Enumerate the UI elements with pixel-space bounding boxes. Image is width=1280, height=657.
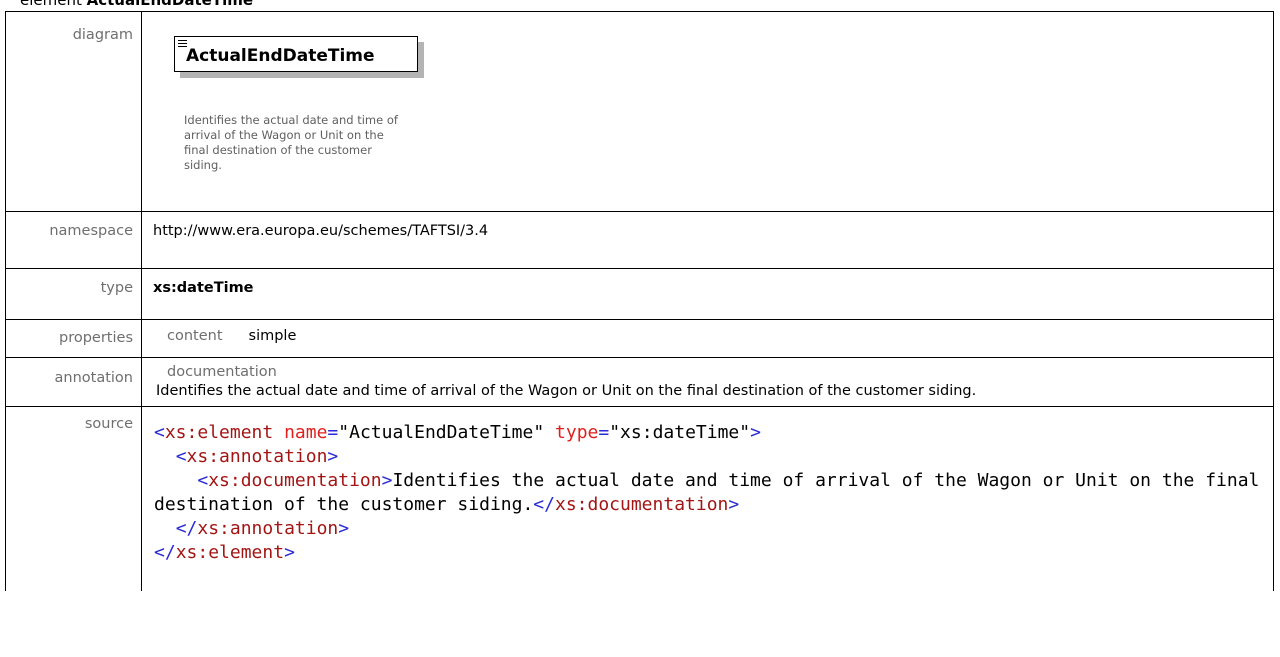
namespace-row: namespace http://www.era.europa.eu/schem… [5,211,1274,269]
type-row: type xs:dateTime [5,268,1274,320]
annotation-row: annotation documentation Identifies the … [5,357,1274,407]
properties-label: properties [5,319,142,358]
namespace-label: namespace [5,211,142,269]
element-box-documentation: Identifies the actual date and time of a… [184,113,398,172]
page-title: element ActualEndDateTime [20,0,253,9]
annotation-text: Identifies the actual date and time of a… [156,383,977,399]
element-doc-table: diagram ActualEndDateTime Identifies the… [5,11,1274,591]
source-code: <xs:element name="ActualEndDateTime" typ… [154,422,1271,563]
source-label: source [5,406,142,591]
type-value[interactable]: xs:dateTime [153,280,254,296]
page-title-kind: element [20,0,82,9]
element-box-name: ActualEndDateTime [186,46,375,66]
annotation-key: documentation [167,364,277,380]
properties-row: properties content simple [5,319,1274,358]
diagram-label: diagram [5,11,142,212]
element-box[interactable]: ActualEndDateTime [174,36,418,72]
type-label: type [5,268,142,320]
diagram-row: diagram ActualEndDateTime Identifies the… [5,11,1274,212]
property-value: simple [248,328,297,344]
property-key: content [167,328,223,344]
page-title-name: ActualEndDateTime [86,0,254,9]
property-pair: content simple [142,320,1273,344]
source-row: source <xs:element name="ActualEndDateTi… [5,406,1274,591]
namespace-value: http://www.era.europa.eu/schemes/TAFTSI/… [141,211,1274,269]
annotation-label: annotation [5,357,142,407]
